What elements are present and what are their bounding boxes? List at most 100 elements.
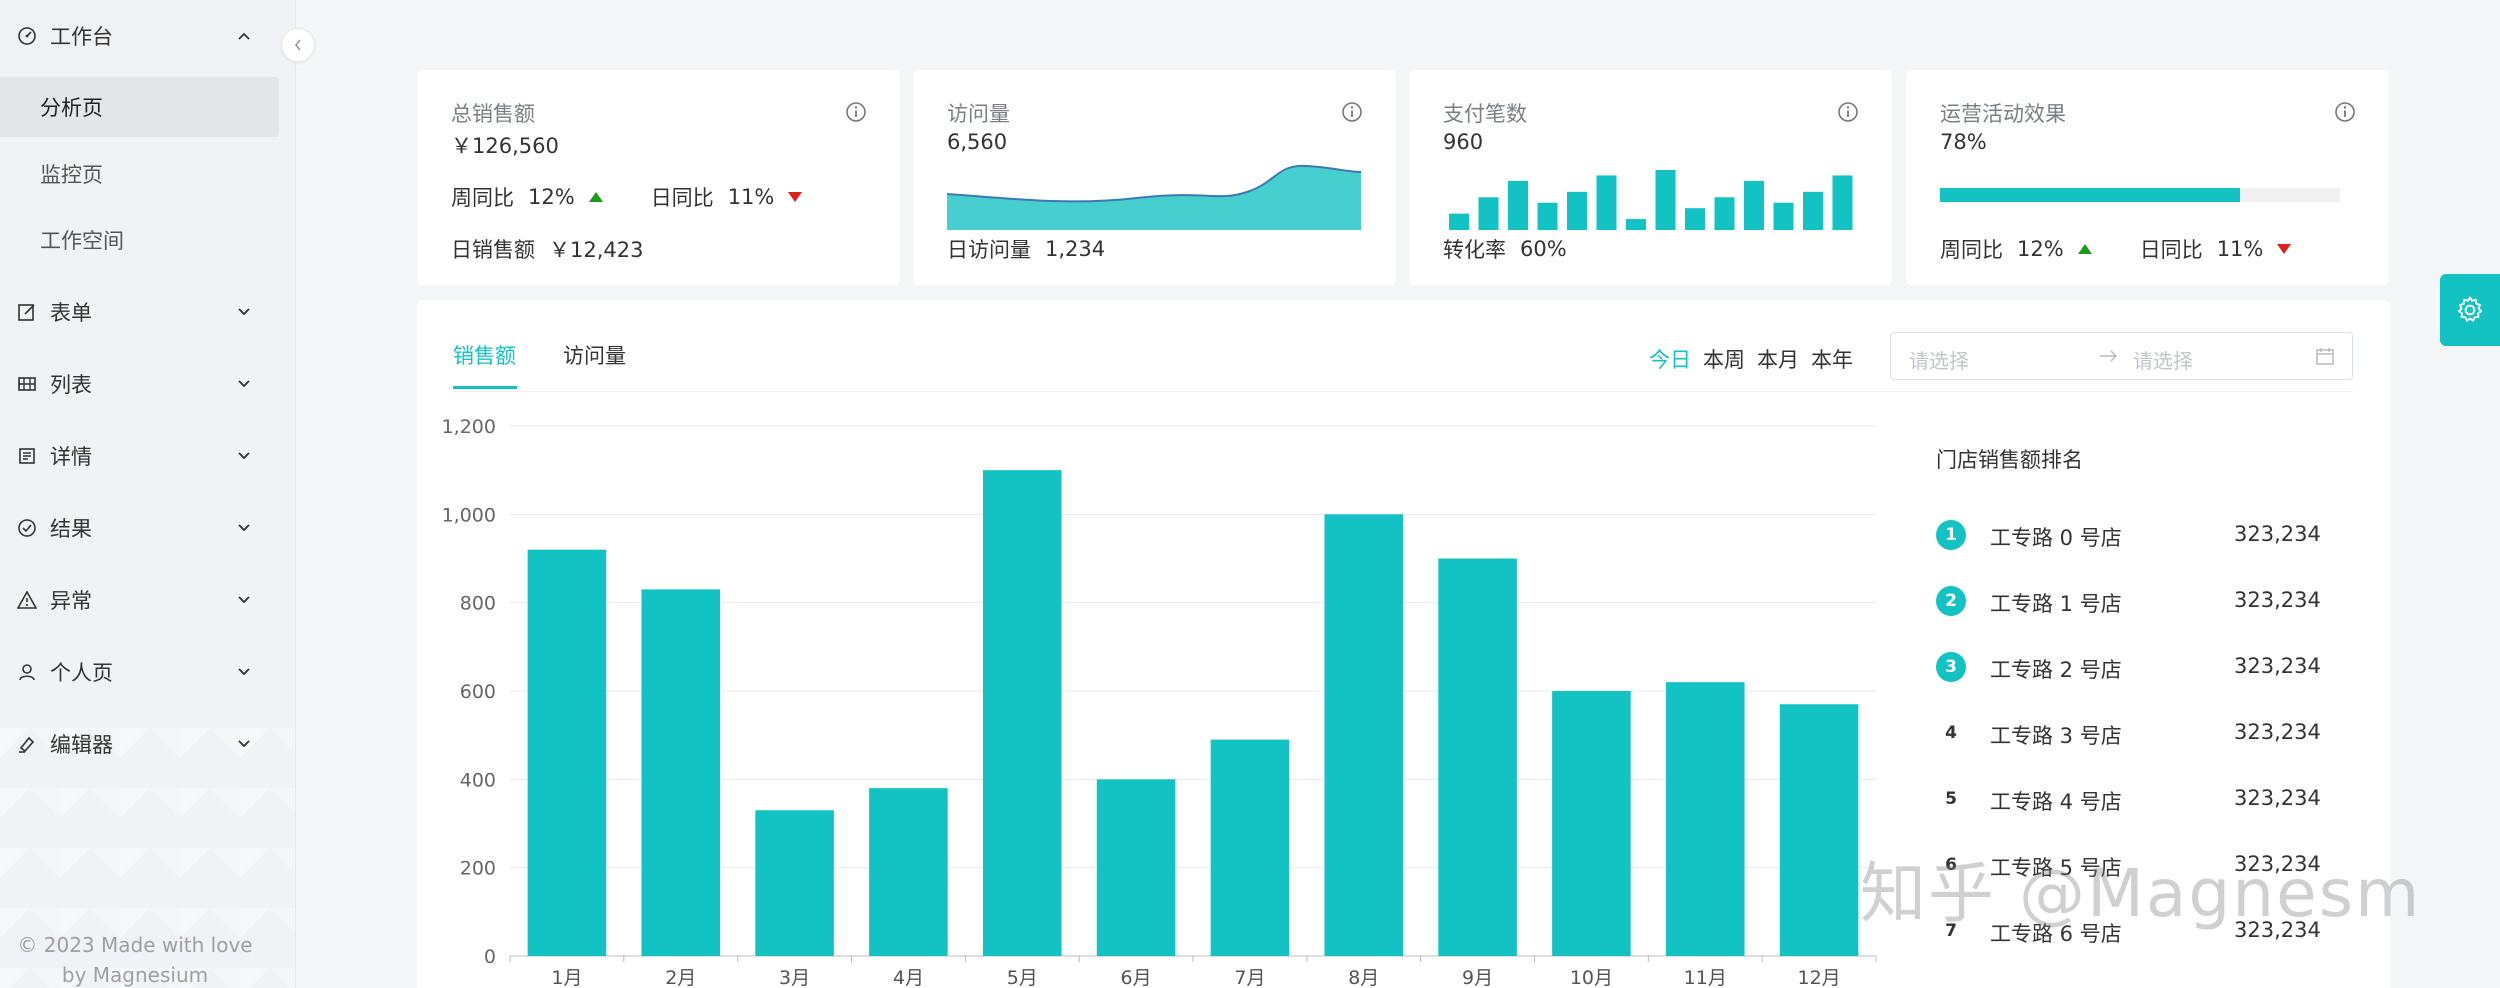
warning-icon bbox=[16, 589, 38, 611]
range-year[interactable]: 本年 bbox=[1811, 344, 1853, 374]
y-tick-label: 1,200 bbox=[442, 416, 496, 438]
card-footer: 日访问量 1,234 bbox=[947, 234, 1105, 264]
rank-badge: 2 bbox=[1936, 586, 1966, 616]
sidebar-item-workspace[interactable]: 工作空间 bbox=[0, 210, 295, 270]
visits-area-chart bbox=[947, 164, 1361, 230]
bar[interactable] bbox=[641, 589, 721, 956]
card-trends: 周同比 12% 日同比 11% bbox=[1940, 234, 2339, 264]
mini-bar bbox=[1714, 197, 1735, 230]
x-tick-label: 11月 bbox=[1684, 967, 1727, 988]
trend-value: 11% bbox=[727, 185, 775, 209]
ranking-item: 2 工专路 1 号店 323,234 bbox=[1936, 580, 2336, 620]
card-visits: 访问量 6,560 日访问量 1,234 bbox=[913, 70, 1396, 286]
bar[interactable] bbox=[869, 788, 948, 956]
chevron-down-icon bbox=[232, 660, 256, 684]
check-circle-icon bbox=[16, 517, 38, 539]
y-tick-label: 400 bbox=[460, 769, 496, 791]
x-tick-label: 2月 bbox=[665, 967, 696, 988]
footer-copyright: © 2023 Made with love bbox=[17, 933, 253, 957]
chevron-down-icon bbox=[232, 516, 256, 540]
dashboard-icon bbox=[16, 25, 38, 47]
bar[interactable] bbox=[1779, 704, 1859, 956]
x-tick-label: 9月 bbox=[1462, 967, 1493, 988]
menu-group-label: 列表 bbox=[50, 373, 92, 397]
info-icon[interactable] bbox=[2333, 100, 2357, 124]
menu-group-label: 结果 bbox=[50, 517, 92, 541]
ranking-item: 4 工专路 3 号店 323,234 bbox=[1936, 712, 2336, 752]
arrow-right-icon bbox=[2100, 350, 2118, 362]
bar[interactable] bbox=[755, 810, 834, 956]
range-week[interactable]: 本周 bbox=[1703, 344, 1745, 374]
store-name: 工专路 4 号店 bbox=[1990, 790, 2122, 814]
ranking-title: 门店销售额排名 bbox=[1936, 448, 2083, 472]
sidebar-item-analysis[interactable]: 分析页 bbox=[0, 77, 279, 137]
card-value: 6,560 bbox=[947, 130, 1008, 154]
ranking-item: 7 工专路 6 号店 323,234 bbox=[1936, 910, 2336, 950]
footer-label: 日销售额 bbox=[451, 238, 535, 262]
store-name: 工专路 2 号店 bbox=[1990, 658, 2122, 682]
menu-group-label: 表单 bbox=[50, 301, 92, 325]
bar[interactable] bbox=[1096, 779, 1176, 956]
date-end-input[interactable]: 请选择 bbox=[2133, 345, 2193, 374]
menu-group-label: 个人页 bbox=[50, 661, 113, 685]
range-today[interactable]: 今日 bbox=[1649, 344, 1691, 374]
menu-group-editor[interactable]: 编辑器 bbox=[0, 720, 295, 768]
sidebar-item-label: 工作空间 bbox=[40, 229, 124, 253]
bar[interactable] bbox=[1210, 739, 1290, 956]
menu-group-exception[interactable]: 异常 bbox=[0, 576, 295, 624]
calendar-icon bbox=[2316, 348, 2334, 365]
sales-bar-chart: 0 200 400 600 800 1,000 1,200 1月 2月 3月 4月 5月 6月 7月 8月 9… bbox=[442, 416, 1877, 988]
bar[interactable] bbox=[1552, 691, 1631, 956]
chevron-up-icon bbox=[232, 24, 256, 48]
info-icon[interactable] bbox=[844, 100, 868, 124]
menu-group-label: 编辑器 bbox=[50, 733, 113, 757]
card-value: ￥126,560 bbox=[451, 134, 559, 158]
store-sales-value: 323,234 bbox=[2234, 588, 2321, 612]
collapse-sidebar-button[interactable] bbox=[281, 28, 315, 62]
menu-group-dashboard[interactable]: 工作台 bbox=[0, 12, 295, 60]
settings-button[interactable] bbox=[2440, 274, 2500, 346]
bar[interactable] bbox=[1324, 514, 1404, 956]
mini-bar bbox=[1478, 197, 1499, 230]
card-value: 78% bbox=[1940, 130, 1987, 154]
info-icon[interactable] bbox=[1836, 100, 1860, 124]
mini-bar bbox=[1803, 191, 1823, 230]
date-start-input[interactable]: 请选择 bbox=[1909, 345, 1969, 374]
x-tick-label: 12月 bbox=[1797, 967, 1840, 988]
card-total-sales: 总销售额 ￥126,560 周同比 12% 日同比 11% 日销售额 ￥12,4… bbox=[417, 70, 900, 286]
range-month[interactable]: 本月 bbox=[1757, 344, 1799, 374]
sidebar-footer: © 2023 Made with love by Magnesium bbox=[0, 930, 270, 988]
chevron-down-icon bbox=[232, 588, 256, 612]
rank-badge: 4 bbox=[1945, 723, 1957, 743]
x-tick-label: 6月 bbox=[1121, 967, 1152, 988]
date-range-picker[interactable]: 请选择 请选择 bbox=[1890, 332, 2353, 380]
trend-label: 日同比 bbox=[2139, 238, 2203, 262]
day-trend: 日同比 11% bbox=[651, 182, 803, 212]
store-sales-value: 323,234 bbox=[2234, 786, 2321, 810]
chevron-down-icon bbox=[232, 300, 256, 324]
tab-sales[interactable]: 销售额 bbox=[453, 340, 516, 370]
menu-group-profile[interactable]: 详情 bbox=[0, 432, 295, 480]
bar[interactable] bbox=[1438, 558, 1517, 957]
bar[interactable] bbox=[1665, 682, 1745, 956]
store-name: 工专路 5 号店 bbox=[1990, 856, 2122, 880]
chevron-left-icon bbox=[294, 39, 301, 51]
tabs-divider bbox=[453, 391, 2353, 392]
menu-group-form[interactable]: 表单 bbox=[0, 288, 295, 336]
mini-bar bbox=[1508, 180, 1528, 230]
card-footer: 日销售额 ￥12,423 bbox=[451, 234, 643, 264]
y-tick-label: 200 bbox=[460, 858, 496, 880]
card-footer: 转化率 60% bbox=[1443, 234, 1567, 264]
menu-group-account[interactable]: 个人页 bbox=[0, 648, 295, 696]
sidebar-item-monitor[interactable]: 监控页 bbox=[0, 144, 295, 204]
bar[interactable] bbox=[527, 549, 607, 956]
trend-label: 日同比 bbox=[650, 186, 714, 210]
mini-bar bbox=[1685, 208, 1705, 230]
bar[interactable] bbox=[982, 470, 1062, 956]
tab-visits[interactable]: 访问量 bbox=[563, 340, 626, 370]
menu-group-result[interactable]: 结果 bbox=[0, 504, 295, 552]
mini-bar bbox=[1449, 213, 1469, 230]
menu-group-list[interactable]: 列表 bbox=[0, 360, 295, 408]
sidebar: 工作台 分析页 监控页 工作空间 表单 列表 详情 结果 异常 个人页 编辑器 … bbox=[0, 0, 296, 988]
info-icon[interactable] bbox=[1340, 100, 1364, 124]
